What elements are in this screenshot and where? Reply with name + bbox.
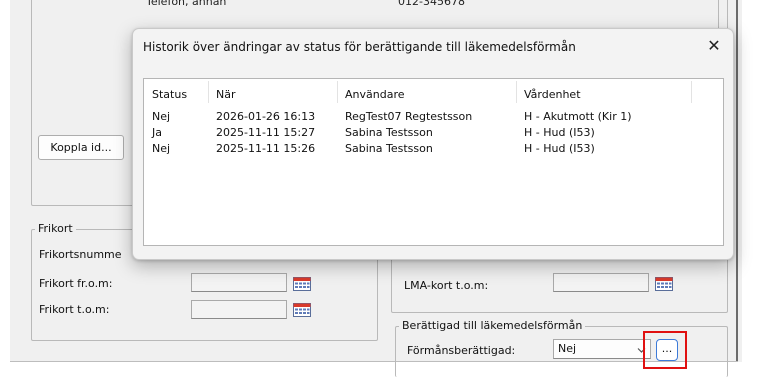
column-header-status[interactable]: Status xyxy=(152,88,187,101)
table-row[interactable]: Ja 2025-11-11 15:27 Sabina Testsson H - … xyxy=(144,126,723,141)
more-label: ... xyxy=(661,342,673,355)
column-header-anvandare[interactable]: Användare xyxy=(345,88,405,101)
frikort-tom-field[interactable] xyxy=(191,300,287,319)
row-anvandare: RegTest07 Regtestsson xyxy=(345,110,473,123)
calendar-icon[interactable] xyxy=(293,277,311,291)
close-icon[interactable]: ✕ xyxy=(705,37,723,55)
formansberattigad-label: Förmånsberättigad: xyxy=(407,344,516,357)
history-list[interactable]: Status När Användare Vårdenhet Nej 2026-… xyxy=(143,78,724,246)
frikort-tom-label: Frikort t.o.m: xyxy=(39,303,110,316)
row-vardenhet: H - Akutmott (Kir 1) xyxy=(524,110,632,123)
frikort-legend: Frikort xyxy=(35,222,76,235)
column-separator xyxy=(208,81,209,103)
history-more-button[interactable]: ... xyxy=(656,339,678,361)
formansberattigad-select[interactable]: Nej xyxy=(553,339,651,359)
row-nar: 2025-11-11 15:26 xyxy=(216,142,316,155)
row-nar: 2025-11-11 15:27 xyxy=(216,126,316,139)
formansberattigad-value: Nej xyxy=(558,342,577,355)
frikortsnummer-label: Frikortsnumme xyxy=(39,248,122,261)
lma-tom-field[interactable] xyxy=(553,273,649,292)
koppla-id-label: Koppla id... xyxy=(50,141,112,154)
row-vardenhet: H - Hud (I53) xyxy=(524,142,595,155)
calendar-icon[interactable] xyxy=(293,303,311,317)
column-separator xyxy=(691,81,692,103)
telefon-annan-label: Telefon, annan xyxy=(146,0,227,8)
row-status: Nej xyxy=(152,110,171,123)
row-status: Nej xyxy=(152,142,171,155)
dialog-title: Historik över ändringar av status för be… xyxy=(143,40,576,54)
table-row[interactable]: Nej 2026-01-26 16:13 RegTest07 Regtestss… xyxy=(144,110,723,125)
telefon-annan-value: 012-345678 xyxy=(398,0,465,8)
row-anvandare: Sabina Testsson xyxy=(345,126,433,139)
koppla-id-button[interactable]: Koppla id... xyxy=(38,135,124,160)
table-row[interactable]: Nej 2025-11-11 15:26 Sabina Testsson H -… xyxy=(144,142,723,157)
frikort-from-field[interactable] xyxy=(191,273,287,292)
column-separator xyxy=(516,81,517,103)
row-status: Ja xyxy=(152,126,162,139)
row-vardenhet: H - Hud (I53) xyxy=(524,126,595,139)
row-nar: 2026-01-26 16:13 xyxy=(216,110,316,123)
frikort-from-label: Frikort fr.o.m: xyxy=(39,277,113,290)
row-anvandare: Sabina Testsson xyxy=(345,142,433,155)
history-dialog: Historik över ändringar av status för be… xyxy=(132,28,734,260)
right-edge xyxy=(736,0,738,362)
column-header-nar[interactable]: När xyxy=(216,88,236,101)
calendar-icon[interactable] xyxy=(655,277,673,291)
lakemedel-legend: Berättigad till läkemedelsförmån xyxy=(399,319,586,332)
column-separator xyxy=(337,81,338,103)
column-header-vardenhet[interactable]: Vårdenhet xyxy=(524,88,581,101)
lma-tom-label: LMA-kort t.o.m: xyxy=(404,279,489,292)
